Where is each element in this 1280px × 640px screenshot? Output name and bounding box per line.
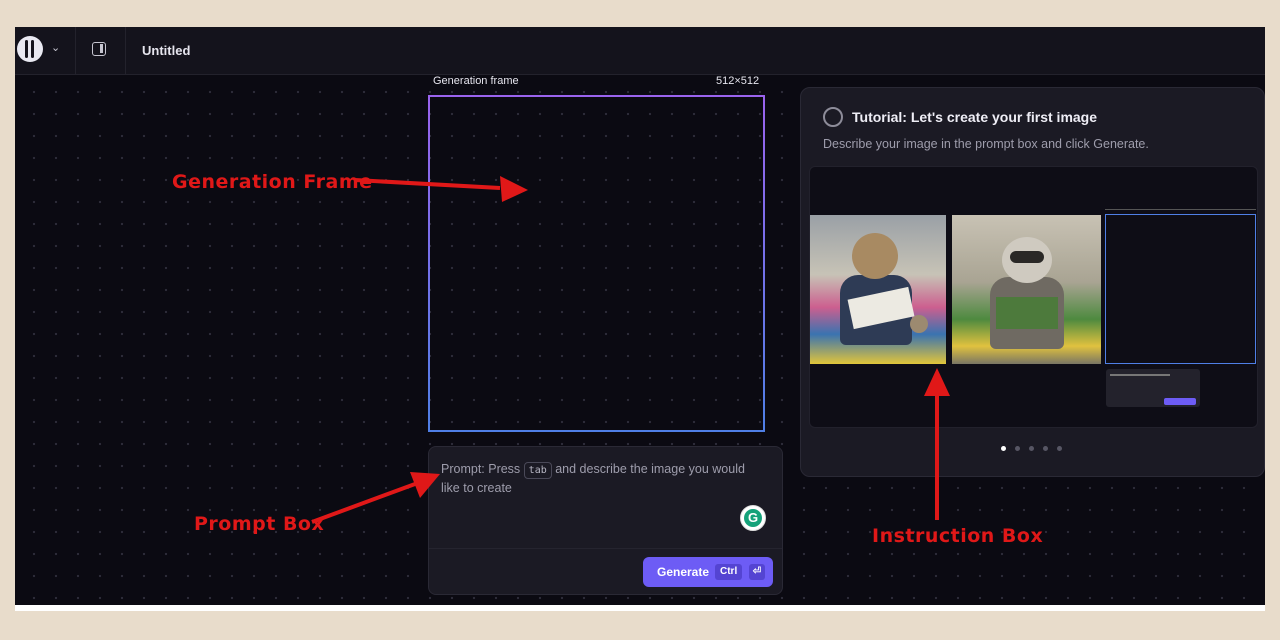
tutorial-description: Describe your image in the prompt box an… (823, 137, 1149, 151)
tutorial-status-circle-icon[interactable] (823, 107, 843, 127)
toolbar-divider (125, 27, 126, 74)
generate-button[interactable]: Generate Ctrl ⏎ (643, 557, 773, 587)
logo-icon[interactable] (17, 36, 43, 62)
document-title[interactable]: Untitled (142, 43, 190, 58)
slide-dot[interactable] (1057, 446, 1062, 451)
toolbar-divider (75, 27, 76, 74)
slide-dot[interactable] (1015, 446, 1020, 451)
example-image-raccoon (952, 215, 1101, 364)
ctrl-key-hint: Ctrl (715, 564, 743, 580)
tab-key-hint: tab (523, 462, 552, 479)
annotation-prompt-box: Prompt Box (194, 513, 325, 535)
top-bar: ⌄ Untitled (15, 27, 1265, 75)
tutorial-title: Tutorial: Let's create your first image (852, 109, 1098, 125)
mini-generation-frame (1105, 214, 1256, 364)
generation-frame-label: Generation frame (433, 75, 519, 87)
grammarly-icon[interactable]: G (740, 505, 766, 531)
generation-frame[interactable] (428, 95, 765, 432)
tutorial-panel: Tutorial: Let's create your first image … (800, 87, 1265, 477)
prompt-input[interactable]: Prompt: Press tab and describe the image… (441, 460, 761, 498)
prompt-box[interactable]: Prompt: Press tab and describe the image… (428, 446, 783, 595)
annotation-generation-frame: Generation Frame (172, 171, 373, 193)
slide-dot[interactable] (1029, 446, 1034, 451)
mini-prompt-box (1106, 369, 1200, 407)
annotation-instruction-box: Instruction Box (872, 525, 1044, 547)
chevron-down-icon[interactable]: ⌄ (51, 41, 60, 54)
bottom-strip (15, 605, 1265, 611)
tutorial-media (809, 166, 1258, 428)
generation-frame-size: 512×512 (716, 75, 760, 87)
panel-toggle-icon[interactable] (92, 42, 106, 56)
slide-dot[interactable] (1001, 446, 1006, 451)
prompt-divider (429, 548, 782, 549)
generate-button-label: Generate (657, 565, 710, 579)
enter-key-icon: ⏎ (749, 564, 765, 580)
prompt-placeholder-start: Prompt: Press (441, 462, 521, 476)
slide-dot[interactable] (1043, 446, 1048, 451)
example-image-cat (810, 215, 946, 364)
